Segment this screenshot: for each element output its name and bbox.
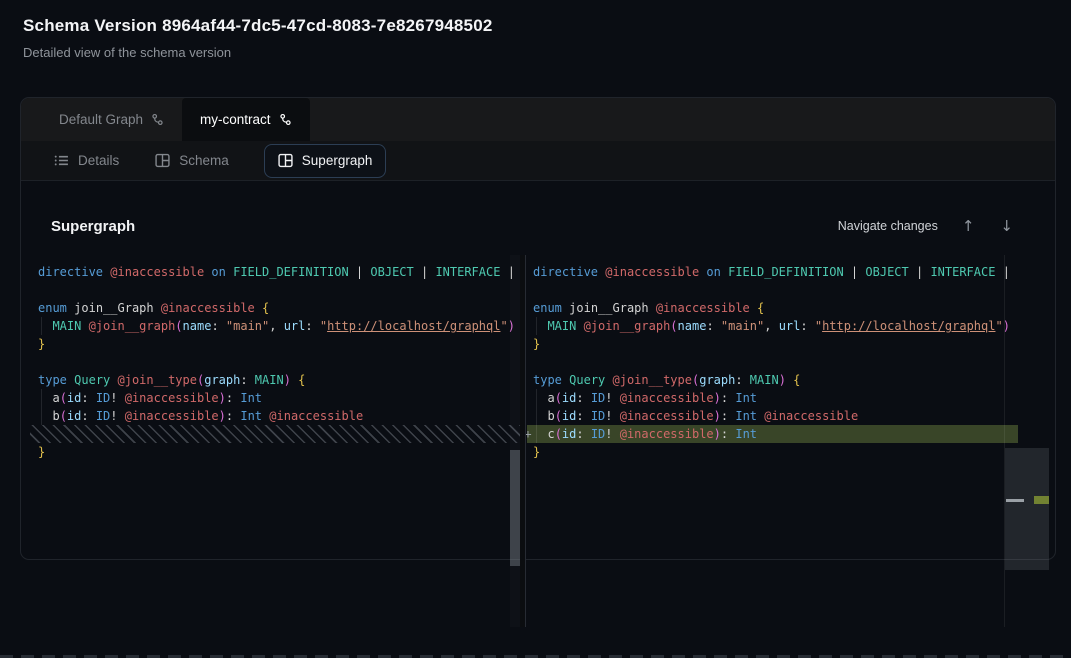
code-line: type Query @join__type(graph: MAIN) { — [38, 371, 520, 389]
code-line: b(id: ID! @inaccessible): Int @inaccessi… — [38, 407, 520, 425]
code-line: } — [38, 335, 520, 353]
tab-details[interactable]: Details — [41, 141, 132, 181]
tab-my-contract[interactable]: my-contract — [182, 98, 310, 141]
columns-icon — [155, 153, 170, 168]
code-line: directive @inaccessible on FIELD_DEFINIT… — [38, 263, 520, 281]
next-change-button[interactable]: ↓ — [998, 217, 1015, 235]
fork-icon — [151, 113, 164, 126]
navigate-changes-label: Navigate changes — [838, 219, 938, 233]
columns-icon — [278, 153, 293, 168]
code-line: MAIN @join__graph(name: "main", url: "ht… — [533, 317, 1018, 335]
navigate-changes: Navigate changes ↑ ↓ — [838, 217, 1015, 235]
fork-icon — [279, 113, 292, 126]
tab-schema[interactable]: Schema — [142, 141, 242, 181]
code-line: a(id: ID! @inaccessible): Int — [38, 389, 520, 407]
left-scrollbar-track[interactable] — [510, 255, 520, 627]
supergraph-section-header: Supergraph Navigate changes ↑ ↓ — [21, 181, 1055, 235]
code-line: enum join__Graph @inaccessible { — [533, 299, 1018, 317]
list-icon — [54, 153, 69, 168]
subtab-label: Supergraph — [302, 153, 373, 168]
code-line: directive @inaccessible on FIELD_DEFINIT… — [533, 263, 1018, 281]
tab-supergraph[interactable]: Supergraph — [264, 144, 387, 178]
graph-tab-strip: Default Graph my-contract — [21, 98, 1055, 141]
minimap-slider[interactable] — [1005, 448, 1049, 570]
code-line: type Query @join__type(graph: MAIN) { — [533, 371, 1018, 389]
code-line: enum join__Graph @inaccessible { — [38, 299, 520, 317]
code-line: b(id: ID! @inaccessible): Int @inaccessi… — [533, 407, 1018, 425]
page-header: Schema Version 8964af44-7dc5-47cd-8083-7… — [23, 16, 493, 60]
tab-default-graph[interactable]: Default Graph — [41, 98, 182, 141]
code-line — [38, 281, 520, 299]
diff-placeholder-line — [30, 425, 520, 443]
tab-label: my-contract — [200, 112, 271, 127]
code-line: a(id: ID! @inaccessible): Int — [533, 389, 1018, 407]
page-title: Schema Version 8964af44-7dc5-47cd-8083-7… — [23, 16, 493, 36]
previous-change-button[interactable]: ↑ — [960, 217, 977, 235]
tab-label: Default Graph — [59, 112, 143, 127]
minimap-text-mark — [1006, 499, 1024, 502]
code-line: } — [533, 335, 1018, 353]
diff-pane-original[interactable]: directive @inaccessible on FIELD_DEFINIT… — [30, 255, 520, 461]
schema-version-page: Schema Version 8964af44-7dc5-47cd-8083-7… — [0, 0, 1071, 658]
code-line: MAIN @join__graph(name: "main", url: "ht… — [38, 317, 520, 335]
code-line: } — [38, 443, 520, 461]
code-line — [533, 281, 1018, 299]
minimap[interactable] — [1004, 255, 1048, 627]
view-subtab-row: Details Schema Supergrap — [21, 141, 1055, 181]
subtab-label: Schema — [179, 153, 229, 168]
left-scrollbar-thumb[interactable] — [510, 450, 520, 566]
inserted-code-line: c(id: ID! @inaccessible): Int — [527, 425, 1018, 443]
editor-split-sash[interactable] — [520, 255, 526, 627]
page-subtitle: Detailed view of the schema version — [23, 45, 493, 60]
subtab-label: Details — [78, 153, 119, 168]
code-line — [533, 353, 1018, 371]
diff-pane-modified[interactable]: directive @inaccessible on FIELD_DEFINIT… — [527, 255, 1018, 461]
section-title: Supergraph — [51, 218, 135, 235]
minimap-insert-mark — [1034, 496, 1049, 504]
code-line: } — [533, 443, 1018, 461]
code-line — [38, 353, 520, 371]
